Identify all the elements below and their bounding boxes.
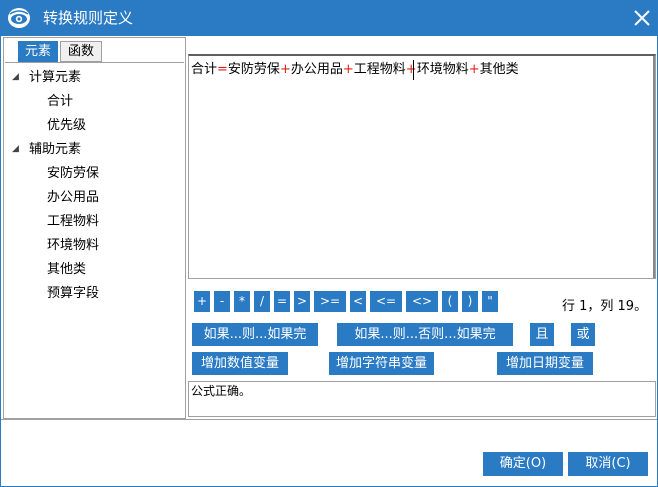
op-divide-button[interactable]: / [254, 291, 270, 312]
op-greater-equal-button[interactable]: >= [314, 291, 346, 312]
dialog-window: 转换规则定义 元素 函数 ◢ 计算元素 合计 优先级 ◢ 辅助元素 安防劳保 办… [0, 0, 658, 487]
tree-group-calc[interactable]: 计算元素 [29, 70, 81, 86]
tree-item-priority[interactable]: 优先级 [47, 118, 86, 134]
app-eye-icon [7, 7, 31, 29]
or-button[interactable]: 或 [571, 323, 595, 346]
tree-item-total[interactable]: 合计 [47, 94, 73, 110]
op-open-paren-button[interactable]: ( [442, 291, 458, 312]
formula-token: 工程物料 [353, 62, 406, 77]
close-icon[interactable] [631, 7, 653, 29]
op-less-button[interactable]: < [350, 291, 366, 312]
tree-item-budget-field[interactable]: 预算字段 [47, 286, 99, 302]
formula-text: 合计=安防劳保+办公用品+工程物料+环境物料+其他类 [191, 62, 519, 78]
cancel-button[interactable]: 取消(C) [568, 452, 648, 476]
formula-operator: = [217, 62, 228, 77]
tab-strip: 元素 函数 [4, 38, 185, 63]
tree-expanded-arrow-icon[interactable]: ◢ [12, 72, 19, 82]
editor-header [188, 37, 656, 54]
validation-message: 公式正确。 [191, 384, 252, 398]
op-less-equal-button[interactable]: <= [370, 291, 402, 312]
op-greater-button[interactable]: > [294, 291, 310, 312]
formula-operator: + [468, 62, 480, 77]
op-multiply-button[interactable]: * [234, 291, 250, 312]
editor-scroll-edge [653, 56, 655, 278]
op-close-paren-button[interactable]: ) [462, 291, 478, 312]
tree-item-office[interactable]: 办公用品 [47, 190, 99, 206]
op-quote-button[interactable]: " [482, 291, 498, 312]
tree-item-safety[interactable]: 安防劳保 [47, 166, 99, 182]
text-caret [413, 60, 414, 80]
formula-token: 其他类 [479, 62, 519, 77]
tree-item-other[interactable]: 其他类 [47, 262, 86, 278]
add-date-variable-button[interactable]: 增加日期变量 [497, 352, 593, 375]
tree-item-environment[interactable]: 环境物料 [47, 238, 99, 254]
formula-editor[interactable]: 合计=安防劳保+办公用品+工程物料+环境物料+其他类 [188, 54, 656, 279]
tree-item-engineering[interactable]: 工程物料 [47, 214, 99, 230]
formula-operator: + [342, 62, 354, 77]
if-then-button[interactable]: 如果...则...如果完 [192, 323, 318, 346]
title-bar[interactable]: 转换规则定义 [1, 1, 657, 36]
formula-token: 办公用品 [290, 62, 343, 77]
formula-operator: + [279, 62, 291, 77]
and-button[interactable]: 且 [530, 323, 554, 346]
add-numeric-variable-button[interactable]: 增加数值变量 [192, 352, 288, 375]
element-tree: ◢ 计算元素 合计 优先级 ◢ 辅助元素 安防劳保 办公用品 工程物料 环境物料… [5, 62, 184, 418]
formula-token: 安防劳保 [227, 62, 280, 77]
tree-group-aux[interactable]: 辅助元素 [29, 142, 81, 158]
footer-divider [1, 419, 657, 420]
element-panel: 元素 函数 ◢ 计算元素 合计 优先级 ◢ 辅助元素 安防劳保 办公用品 工程物… [3, 37, 186, 419]
formula-token: 合计 [191, 62, 218, 77]
tab-elements[interactable]: 元素 [18, 41, 58, 62]
formula-operator: + [405, 62, 417, 77]
ok-button[interactable]: 确定(O) [483, 452, 563, 476]
if-then-else-button[interactable]: 如果...则...否则...如果完 [337, 323, 513, 346]
validation-message-box: 公式正确。 [188, 381, 656, 417]
window-title: 转换规则定义 [43, 9, 134, 27]
op-equal-button[interactable]: = [274, 291, 290, 312]
op-not-equal-button[interactable]: <> [406, 291, 438, 312]
op-minus-button[interactable]: - [214, 291, 230, 312]
tree-expanded-arrow-icon[interactable]: ◢ [12, 144, 19, 154]
cursor-position: 行 1，列 19。 [562, 299, 648, 314]
formula-token: 环境物料 [416, 62, 469, 77]
op-plus-button[interactable]: + [194, 291, 210, 312]
add-string-variable-button[interactable]: 增加字符串变量 [329, 352, 434, 375]
tab-functions[interactable]: 函数 [60, 41, 102, 62]
